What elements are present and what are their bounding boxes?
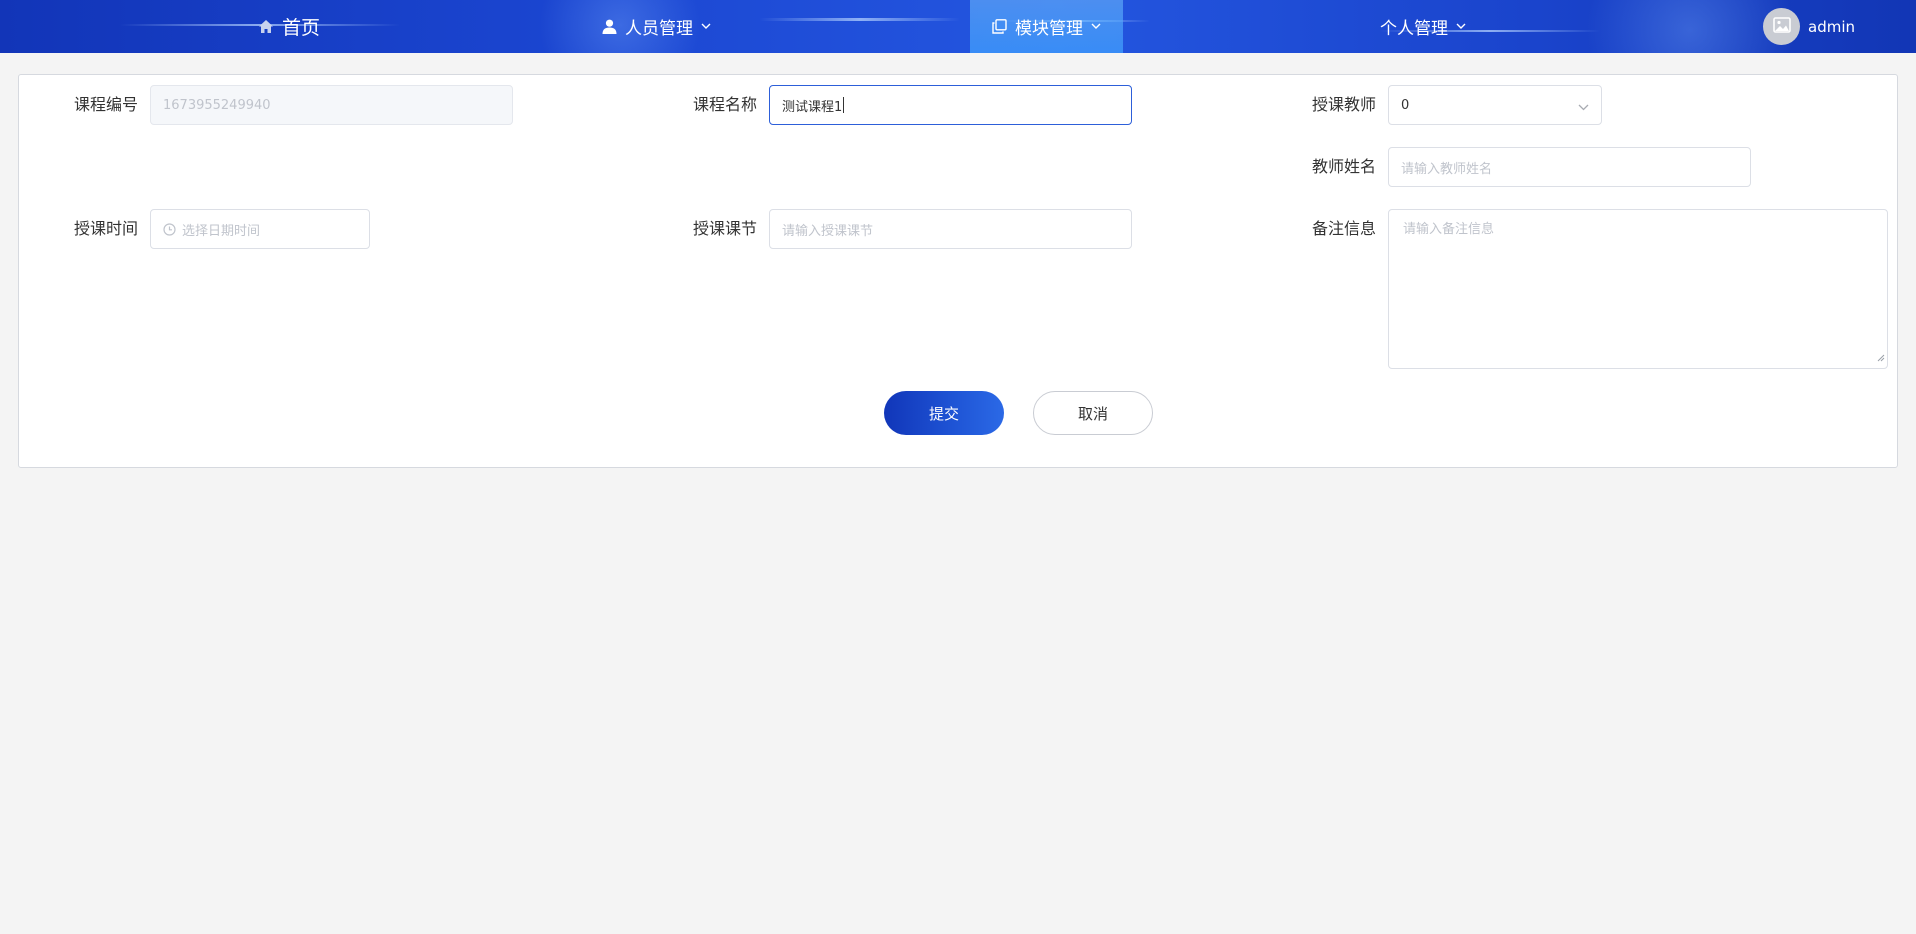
image-icon xyxy=(1772,16,1791,37)
username: admin xyxy=(1808,17,1855,36)
teacher-select[interactable]: 0 xyxy=(1388,85,1602,125)
top-navbar: 首页 人员管理 模块管理 个人管理 admin xyxy=(0,0,1916,53)
course-name-value: 测试课程1 xyxy=(782,99,843,115)
nav-home-label: 首页 xyxy=(282,17,321,39)
remark-textarea[interactable]: 请输入备注信息 xyxy=(1388,209,1888,369)
section-label: 授课课节 xyxy=(693,219,758,238)
chevron-down-icon xyxy=(701,23,711,30)
teacher-value: 0 xyxy=(1401,97,1410,113)
time-label: 授课时间 xyxy=(74,219,139,238)
nav-modules[interactable]: 模块管理 xyxy=(970,0,1123,53)
course-form: 课程编号 1673955249940 课程名称 测试课程1 授课教师 0 教师姓… xyxy=(18,74,1898,468)
course-name-input[interactable]: 测试课程1 xyxy=(769,85,1132,125)
copy-icon xyxy=(992,19,1007,34)
home-icon xyxy=(258,19,274,34)
nav-personnel[interactable]: 人员管理 xyxy=(602,0,711,53)
chevron-down-icon xyxy=(1578,100,1589,115)
avatar[interactable] xyxy=(1763,8,1800,45)
teacher-label: 授课教师 xyxy=(1312,95,1377,114)
nav-personnel-label: 人员管理 xyxy=(625,19,693,39)
teacher-name-input[interactable]: 请输入教师姓名 xyxy=(1388,147,1751,187)
section-input[interactable]: 请输入授课课节 xyxy=(769,209,1132,249)
resize-handle-icon[interactable] xyxy=(1877,351,1885,366)
course-id-input[interactable]: 1673955249940 xyxy=(150,85,513,125)
nav-home[interactable]: 首页 xyxy=(258,0,320,53)
teacher-name-label: 教师姓名 xyxy=(1312,157,1377,176)
user-menu[interactable]: admin xyxy=(1763,8,1855,45)
chevron-down-icon xyxy=(1091,23,1101,30)
nav-personal[interactable]: 个人管理 xyxy=(1380,0,1466,53)
nav-personal-label: 个人管理 xyxy=(1380,19,1448,39)
clock-icon xyxy=(163,222,176,236)
text-cursor xyxy=(843,97,845,113)
course-name-label: 课程名称 xyxy=(693,95,758,114)
course-id-label: 课程编号 xyxy=(74,95,139,114)
remark-label: 备注信息 xyxy=(1312,219,1377,238)
course-id-value: 1673955249940 xyxy=(163,97,271,113)
section-placeholder: 请输入授课课节 xyxy=(782,223,874,239)
time-picker[interactable]: 选择日期时间 xyxy=(150,209,370,249)
nav-modules-label: 模块管理 xyxy=(1015,19,1083,39)
chevron-down-icon xyxy=(1456,23,1466,30)
remark-placeholder: 请输入备注信息 xyxy=(1403,222,1495,237)
time-placeholder: 选择日期时间 xyxy=(182,223,261,239)
teacher-name-placeholder: 请输入教师姓名 xyxy=(1401,161,1493,177)
submit-button[interactable]: 提交 xyxy=(884,391,1004,435)
user-icon xyxy=(602,19,617,34)
cancel-button[interactable]: 取消 xyxy=(1033,391,1153,435)
